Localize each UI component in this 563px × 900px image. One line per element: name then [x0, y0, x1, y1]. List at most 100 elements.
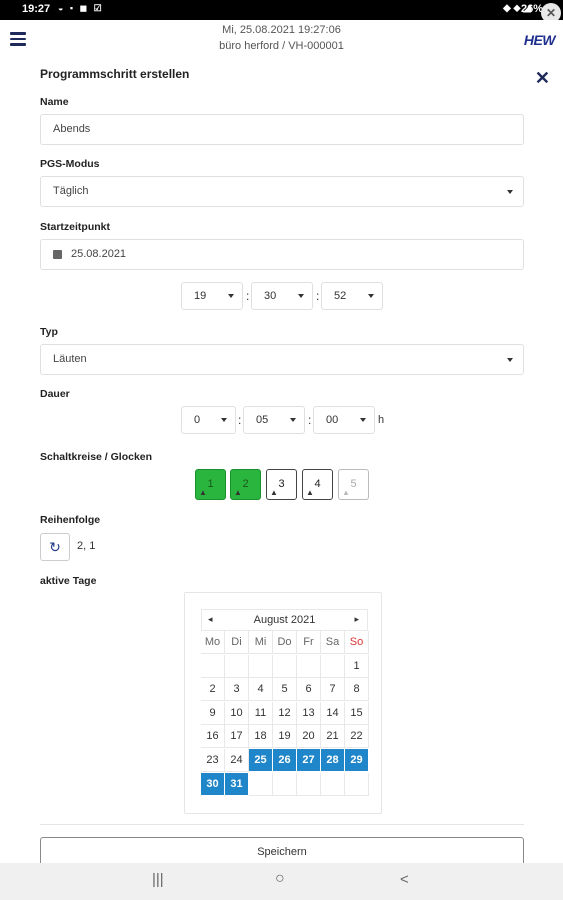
calendar-empty-cell [345, 772, 369, 796]
calendar-day[interactable]: 21 [321, 725, 345, 749]
caret-down-icon [368, 294, 374, 298]
aktive-tage-label: aktive Tage [40, 575, 97, 587]
calendar-day[interactable]: 22 [345, 725, 369, 749]
calendar-day[interactable]: 23 [201, 749, 225, 772]
calendar-day[interactable]: 2 [201, 678, 225, 702]
calendar-day[interactable]: 15 [345, 701, 369, 725]
calendar-day[interactable]: 27 [297, 749, 321, 772]
calendar-day[interactable]: 17 [225, 725, 249, 749]
calendar-day[interactable]: 30 [201, 772, 225, 796]
time-separator: : [316, 289, 320, 303]
pgs-modus-select[interactable]: Täglich [40, 176, 524, 207]
bell-icon: ▲ [342, 488, 350, 497]
bell-number: 5 [350, 478, 357, 490]
start-second-value: 52 [334, 290, 347, 302]
startzeitpunkt-label: Startzeitpunkt [40, 221, 111, 233]
bell-5-button[interactable]: ▲ 5 [338, 469, 369, 500]
dauer-minutes-select[interactable]: 05 [243, 406, 305, 434]
calendar-day[interactable]: 24 [225, 749, 249, 772]
bell-icon: ▲ [199, 488, 207, 497]
order-value: 2, 1 [77, 540, 96, 552]
dauer-hours-select[interactable]: 0 [181, 406, 236, 434]
calendar-day[interactable]: 3 [225, 678, 249, 702]
status-bar: 19:27 ◒ ▪ ◼ ☑ ◆ ⬥ ◢ 26% ✕ [0, 0, 563, 23]
typ-select[interactable]: Läuten [40, 344, 524, 375]
dauer-minutes-value: 05 [256, 414, 269, 426]
calendar-day[interactable]: 25 [249, 749, 273, 772]
calendar-empty-cell [201, 654, 225, 678]
calendar-empty-cell [273, 772, 297, 796]
dauer-unit: h [378, 414, 385, 426]
calendar-day[interactable]: 9 [201, 701, 225, 725]
divider [40, 824, 524, 825]
calendar-day[interactable]: 4 [249, 678, 273, 702]
pgs-modus-label: PGS-Modus [40, 158, 100, 170]
calendar-empty-cell [225, 654, 249, 678]
calendar-nav: ◂ August 2021 ▸ [201, 609, 368, 631]
name-field[interactable]: Abends [40, 114, 524, 145]
calendar-empty-cell [297, 772, 321, 796]
calendar-empty-cell [249, 772, 273, 796]
start-second-select[interactable]: 52 [321, 282, 383, 310]
start-minute-select[interactable]: 30 [251, 282, 313, 310]
bell-number: 4 [314, 478, 321, 490]
calendar-day[interactable]: 12 [273, 701, 297, 725]
calendar-empty-cell [321, 654, 345, 678]
dauer-seconds-select[interactable]: 00 [313, 406, 375, 434]
reihenfolge-label: Reihenfolge [40, 514, 101, 526]
start-hour-value: 19 [194, 290, 207, 302]
weekday-header: Mo [201, 631, 225, 654]
refresh-order-button[interactable]: ↻ [40, 533, 70, 561]
caret-down-icon [507, 190, 513, 194]
weekday-header: So [345, 631, 369, 654]
next-month-icon[interactable]: ▸ [354, 614, 359, 625]
refresh-icon: ↻ [49, 539, 61, 555]
bell-icon: ▲ [306, 488, 314, 497]
close-icon[interactable]: ✕ [535, 68, 550, 89]
calendar-day[interactable]: 7 [321, 678, 345, 702]
calendar-day[interactable]: 8 [345, 678, 369, 702]
bell-3-button[interactable]: ▲ 3 [266, 469, 297, 500]
calendar-day[interactable]: 1 [345, 654, 369, 678]
bell-1-button[interactable]: ▲ 1 [195, 469, 226, 500]
caret-down-icon [360, 418, 366, 422]
calendar-day[interactable]: 16 [201, 725, 225, 749]
calendar-day[interactable]: 20 [297, 725, 321, 749]
calendar-day[interactable]: 28 [321, 749, 345, 772]
start-minute-value: 30 [264, 290, 277, 302]
start-date-value: 25.08.2021 [71, 248, 127, 260]
calendar-day[interactable]: 31 [225, 772, 249, 796]
weekday-header: Di [225, 631, 249, 654]
calendar-day[interactable]: 26 [273, 749, 297, 772]
time-separator: : [246, 289, 250, 303]
header-datetime: Mi, 25.08.2021 19:27:06 [222, 24, 341, 36]
weekday-header: Fr [297, 631, 321, 654]
start-hour-select[interactable]: 19 [181, 282, 243, 310]
weekday-header: Sa [321, 631, 345, 654]
time-separator: : [238, 413, 242, 427]
calendar-day[interactable]: 29 [345, 749, 369, 772]
calendar-day[interactable]: 10 [225, 701, 249, 725]
hew-logo: HEW [523, 32, 556, 48]
schaltkreise-label: Schaltkreise / Glocken [40, 451, 153, 463]
dauer-label: Dauer [40, 388, 70, 400]
calendar-day[interactable]: 19 [273, 725, 297, 749]
start-date-field[interactable]: 25.08.2021 [40, 239, 524, 270]
pgs-modus-value: Täglich [53, 185, 89, 197]
bell-4-button[interactable]: ▲ 4 [302, 469, 333, 500]
calendar-day[interactable]: 18 [249, 725, 273, 749]
caret-down-icon [228, 294, 234, 298]
calendar-day[interactable]: 11 [249, 701, 273, 725]
back-icon[interactable]: < [400, 871, 409, 888]
caret-down-icon [298, 294, 304, 298]
caret-down-icon [507, 358, 513, 362]
home-icon[interactable]: ○ [275, 870, 285, 888]
calendar-day[interactable]: 13 [297, 701, 321, 725]
calendar-day[interactable]: 5 [273, 678, 297, 702]
bell-2-button[interactable]: ▲ 2 [230, 469, 261, 500]
bell-number: 1 [207, 478, 214, 490]
recents-icon[interactable]: ||| [152, 871, 164, 888]
calendar-day[interactable]: 6 [297, 678, 321, 702]
calendar-day[interactable]: 14 [321, 701, 345, 725]
typ-value: Läuten [53, 353, 87, 365]
